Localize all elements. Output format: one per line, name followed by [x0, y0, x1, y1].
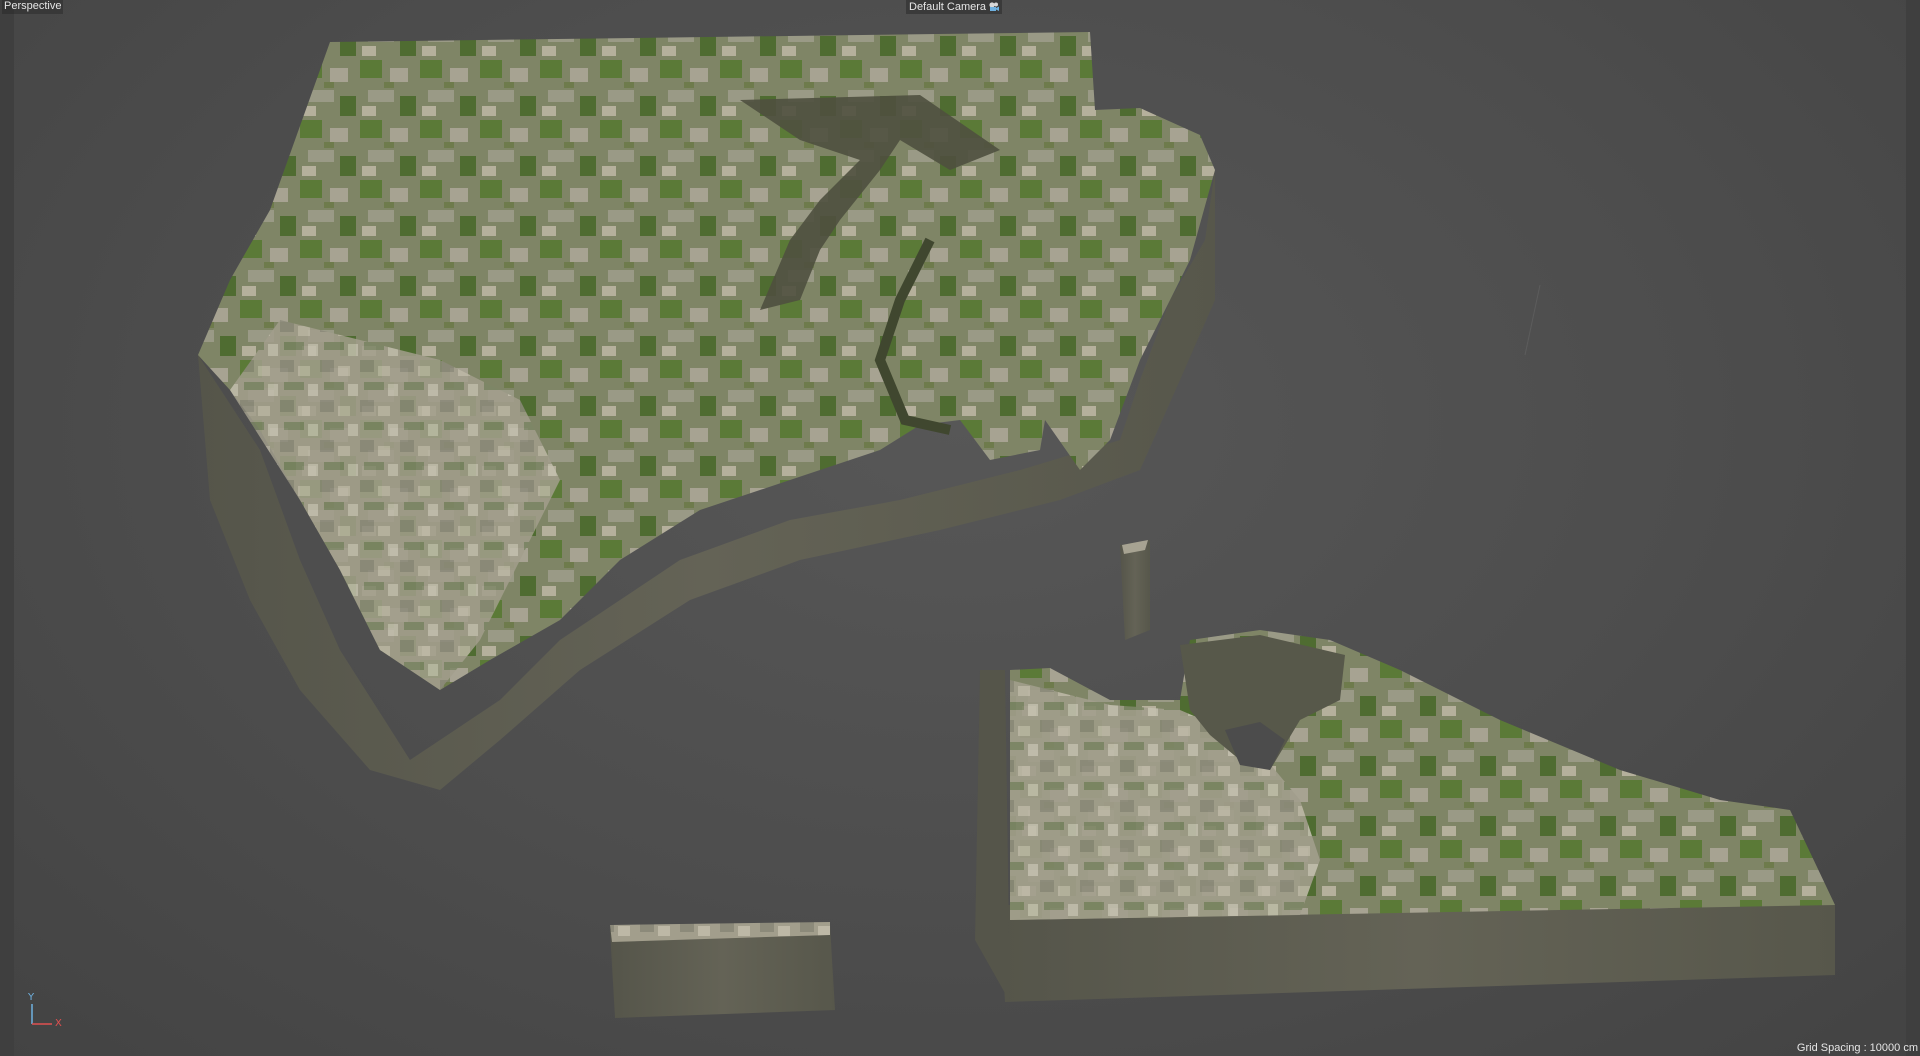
axis-gizmo: Y X [22, 992, 66, 1034]
terrain-south-left-side [975, 670, 1010, 1002]
grid-spacing-label: Grid Spacing : 10000 cm [1796, 1042, 1918, 1054]
terrain-scene[interactable] [0, 0, 1920, 1056]
axis-y-label: Y [28, 992, 35, 1003]
terrain-block-south[interactable] [975, 630, 1835, 1002]
view-mode-label[interactable]: Perspective [2, 0, 64, 14]
terrain-pillar[interactable] [1120, 540, 1150, 640]
terrain-pillar-side [1120, 540, 1150, 640]
axis-x-label: X [55, 1018, 62, 1029]
camera-icon[interactable] [988, 1, 1000, 13]
terrain-south-side [1000, 905, 1835, 1002]
camera-selector[interactable]: Default Camera [906, 0, 1003, 14]
terrain-block-small[interactable] [610, 922, 835, 1018]
camera-label-text: Default Camera [909, 0, 987, 13]
3d-viewport[interactable]: Perspective Default Camera Grid Spacing … [0, 0, 1920, 1056]
viewport-guide-line [1524, 284, 1541, 356]
